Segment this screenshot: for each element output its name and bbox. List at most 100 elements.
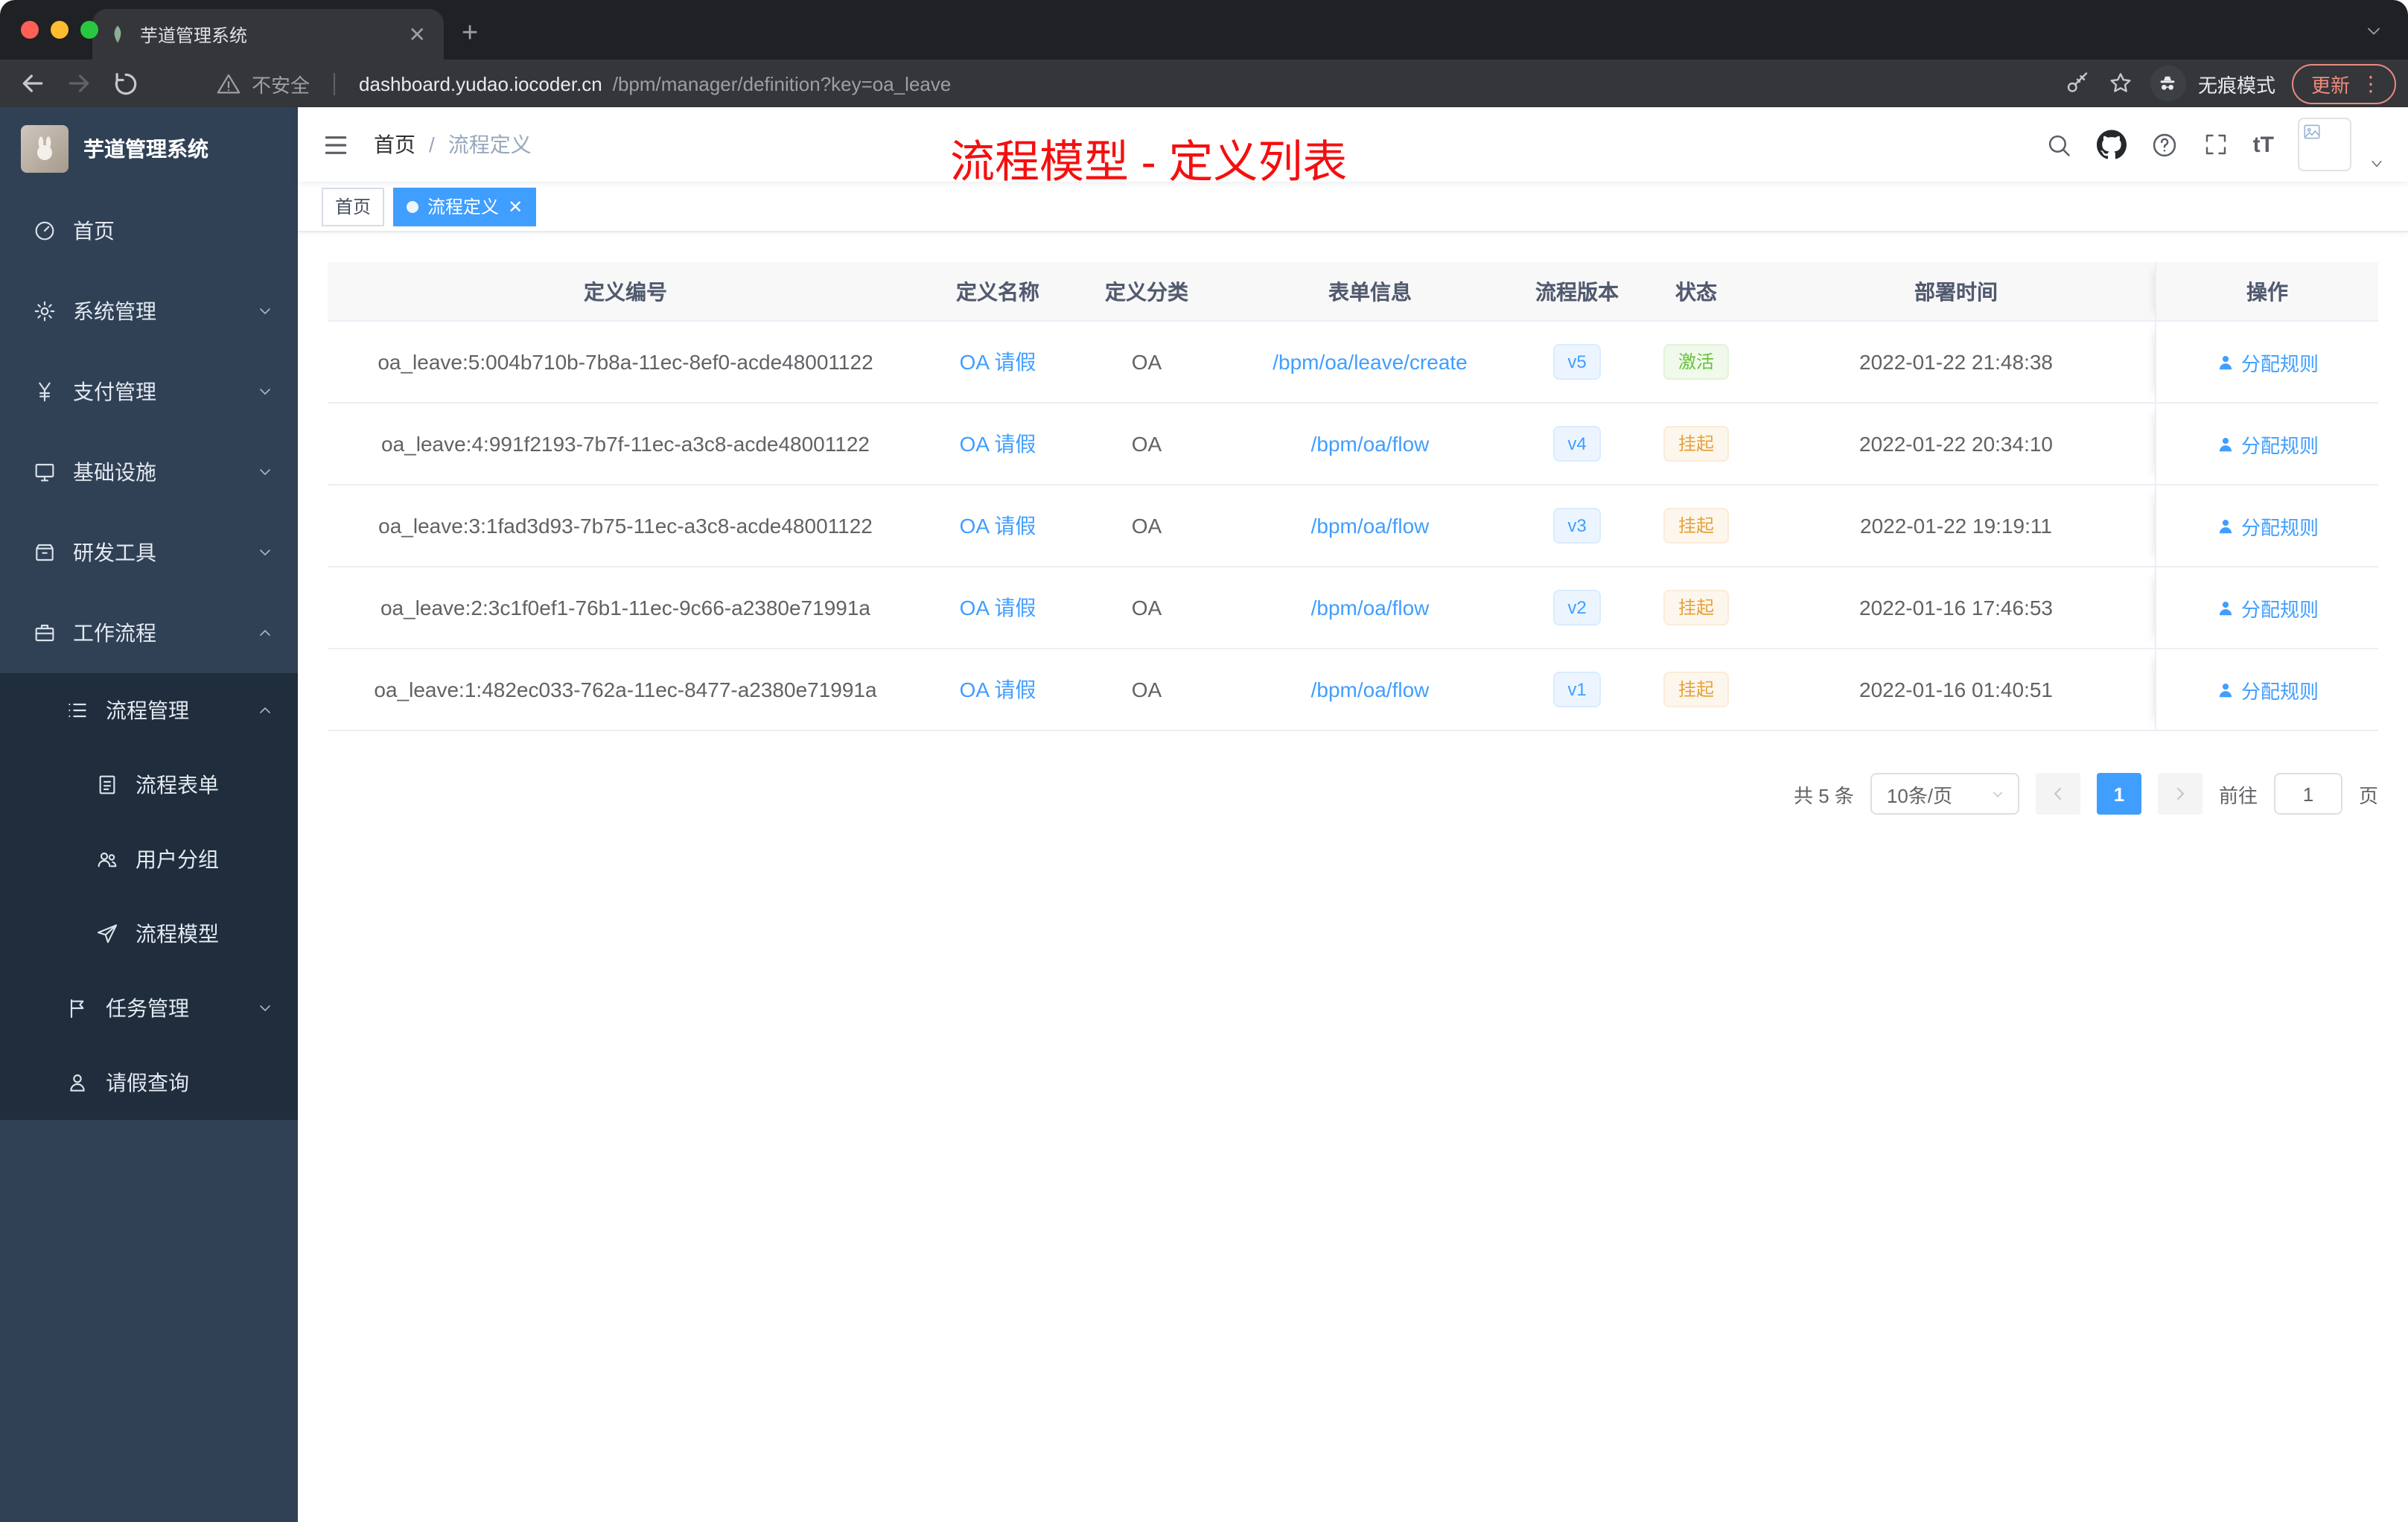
- col-header-definition-name: 定义名称: [956, 279, 1039, 303]
- bookmark-star-icon[interactable]: [2107, 70, 2134, 97]
- url-host: dashboard.yudao.iocoder.cn: [359, 72, 602, 95]
- tab-search-chevron-icon[interactable]: [2363, 21, 2384, 42]
- sidebar-item-leave-query[interactable]: 请假查询: [0, 1045, 298, 1120]
- assign-rule-link[interactable]: 分配规则: [2216, 675, 2319, 704]
- assign-rule-link[interactable]: 分配规则: [2216, 348, 2319, 376]
- sidebar-item-home[interactable]: 首页: [0, 191, 298, 271]
- cell-definition-name-link[interactable]: OA 请假: [923, 511, 1072, 541]
- cell-definition-name-link[interactable]: OA 请假: [923, 675, 1072, 704]
- incognito-badge: 无痕模式: [2150, 66, 2275, 101]
- cell-definition-name-link[interactable]: OA 请假: [923, 347, 1072, 377]
- table-row: oa_leave:5:004b710b-7b8a-11ec-8ef0-acde4…: [328, 322, 2378, 404]
- assign-rule-link[interactable]: 分配规则: [2216, 512, 2319, 540]
- user-avatar[interactable]: [2298, 118, 2351, 171]
- sidebar-item-task-management[interactable]: 任务管理: [0, 971, 298, 1045]
- cell-actions: 分配规则: [2155, 404, 2378, 484]
- sidebar-item-user-group[interactable]: 用户分组: [0, 822, 298, 897]
- help-icon[interactable]: [2150, 130, 2179, 159]
- tag-close-icon[interactable]: ✕: [508, 197, 523, 215]
- close-window-button[interactable]: [21, 21, 39, 39]
- new-tab-button[interactable]: +: [462, 19, 478, 48]
- chevron-down-icon: [260, 1005, 270, 1011]
- security-label[interactable]: 不安全: [252, 69, 310, 98]
- goto-unit-label: 页: [2358, 784, 2378, 806]
- forward-button[interactable]: [58, 63, 100, 104]
- sidebar-item-process-management[interactable]: 流程管理: [0, 673, 298, 748]
- assign-rule-link[interactable]: 分配规则: [2216, 430, 2319, 458]
- tags-view-bar: 首页 流程定义 ✕: [298, 182, 2408, 232]
- forward-arrow-icon: [69, 74, 89, 92]
- sidebar-item-process-form[interactable]: 流程表单: [0, 748, 298, 822]
- assign-rule-label: 分配规则: [2240, 598, 2319, 620]
- version-badge: v3: [1552, 508, 1602, 544]
- sidebar-item-label: 用户分组: [136, 847, 219, 871]
- flag-icon: [70, 999, 84, 1019]
- page-size-select[interactable]: 10条/页: [1870, 773, 2019, 815]
- chevron-up-icon: [260, 707, 270, 713]
- sidebar-item-workflow[interactable]: 工作流程: [0, 593, 298, 673]
- cell-version: v4: [1519, 426, 1635, 462]
- zoom-window-button[interactable]: [80, 21, 98, 39]
- navbar-actions: tT: [2045, 118, 2384, 171]
- cell-definition-id: oa_leave:3:1fad3d93-7b75-11ec-a3c8-acde4…: [378, 514, 873, 538]
- top-navbar: 首页 / 流程定义 tT: [298, 107, 2408, 182]
- next-page-button[interactable]: [2157, 773, 2202, 815]
- sidebar-item-infrastructure[interactable]: 基础设施: [0, 432, 298, 512]
- sidebar-item-payment[interactable]: 支付管理: [0, 351, 298, 432]
- minimize-window-button[interactable]: [51, 21, 69, 39]
- tab-close-icon[interactable]: ✕: [406, 24, 429, 45]
- tag-home[interactable]: 首页: [322, 187, 385, 226]
- url-path: /bpm/manager/definition?key=oa_leave: [612, 72, 952, 95]
- omnibox[interactable]: 不安全 dashboard.yudao.iocoder.cn/bpm/manag…: [216, 69, 951, 98]
- assign-rule-link[interactable]: 分配规则: [2216, 593, 2319, 622]
- cell-form-link[interactable]: /bpm/oa/flow: [1221, 596, 1519, 620]
- cell-form-link[interactable]: /bpm/oa/leave/create: [1221, 350, 1519, 374]
- tag-process-definition[interactable]: 流程定义 ✕: [393, 187, 537, 226]
- fullscreen-icon[interactable]: [2202, 131, 2229, 158]
- active-dot: [407, 200, 419, 212]
- cell-deploy-time: 2022-01-22 20:34:10: [1859, 432, 2053, 456]
- sidebar-item-system[interactable]: 系统管理: [0, 271, 298, 351]
- sidebar-logo[interactable]: 芋道管理系统: [0, 107, 298, 191]
- browser-tab[interactable]: 芋道管理系统 ✕: [92, 9, 444, 60]
- sidebar-item-process-model[interactable]: 流程模型: [0, 897, 298, 971]
- url-divider: [334, 72, 336, 95]
- cell-definition-name-link[interactable]: OA 请假: [923, 429, 1072, 459]
- version-badge: v2: [1552, 590, 1602, 625]
- sidebar-item-devtools[interactable]: 研发工具: [0, 512, 298, 593]
- col-header-version: 流程版本: [1535, 279, 1619, 303]
- cell-form-link[interactable]: /bpm/oa/flow: [1221, 514, 1519, 538]
- cell-definition-name-link[interactable]: OA 请假: [923, 593, 1072, 623]
- main-area: 流程模型 - 定义列表 首页 / 流程定义 tT 首页 流程定义 ✕ 定义编号 …: [298, 107, 2408, 1522]
- cell-category: OA: [1131, 432, 1162, 456]
- browser-menu-icon[interactable]: ⋮: [2360, 73, 2381, 94]
- cell-definition-id: oa_leave:2:3c1f0ef1-76b1-11ec-9c66-a2380…: [380, 596, 870, 620]
- password-key-icon[interactable]: [2064, 70, 2091, 97]
- cell-form-link[interactable]: /bpm/oa/flow: [1221, 678, 1519, 701]
- breadcrumb-home[interactable]: 首页: [374, 130, 415, 159]
- caret-down-icon[interactable]: [2369, 156, 2384, 171]
- status-badge: 挂起: [1663, 426, 1729, 462]
- table-row: oa_leave:1:482ec033-762a-11ec-8477-a2380…: [328, 649, 2378, 731]
- col-header-category: 定义分类: [1105, 279, 1188, 303]
- browser-update-button[interactable]: 更新 ⋮: [2291, 63, 2396, 104]
- prev-page-button[interactable]: [2035, 773, 2080, 815]
- sidebar-item-label: 系统管理: [73, 299, 156, 323]
- cell-category: OA: [1131, 678, 1162, 701]
- user-icon: [2219, 601, 2232, 615]
- search-icon[interactable]: [2045, 130, 2073, 159]
- document-icon: [99, 775, 115, 795]
- back-button[interactable]: [12, 63, 54, 104]
- github-icon[interactable]: [2096, 130, 2127, 159]
- page-number-button[interactable]: 1: [2096, 773, 2141, 815]
- table-row: oa_leave:4:991f2193-7b7f-11ec-a3c8-acde4…: [328, 404, 2378, 485]
- collapse-sidebar-icon[interactable]: [322, 130, 350, 159]
- back-arrow-icon: [22, 74, 43, 92]
- reload-button[interactable]: [104, 63, 146, 104]
- cell-form-link[interactable]: /bpm/oa/flow: [1221, 432, 1519, 456]
- font-size-icon[interactable]: tT: [2253, 132, 2274, 157]
- tag-label: 首页: [335, 197, 372, 217]
- status-badge: 挂起: [1663, 508, 1729, 544]
- goto-page-input[interactable]: [2273, 773, 2342, 815]
- person-icon: [70, 1074, 85, 1092]
